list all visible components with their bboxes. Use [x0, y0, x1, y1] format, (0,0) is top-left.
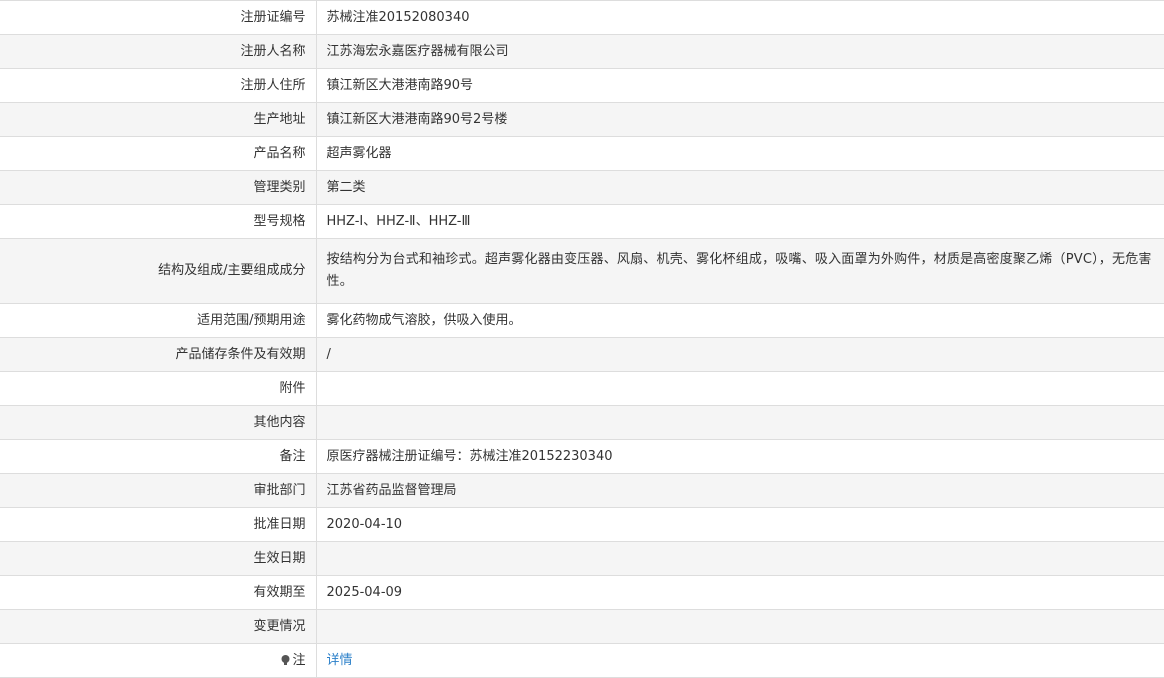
row-note: 注 详情 [0, 643, 1164, 678]
registration-detail-table: 注册证编号 苏械注准20152080340 注册人名称 江苏海宏永嘉医疗器械有限… [0, 0, 1164, 678]
field-value: 2025-04-09 [316, 575, 1164, 610]
row-change-status: 变更情况 [0, 609, 1164, 644]
field-label: 产品名称 [0, 136, 317, 171]
note-value-cell: 详情 [316, 643, 1164, 678]
row-expiry-date: 有效期至 2025-04-09 [0, 575, 1164, 610]
field-value: 苏械注准20152080340 [316, 0, 1164, 35]
field-value: 江苏海宏永嘉医疗器械有限公司 [316, 34, 1164, 69]
field-label: 生产地址 [0, 102, 317, 137]
field-value [316, 541, 1164, 576]
field-value: 镇江新区大港港南路90号2号楼 [316, 102, 1164, 137]
field-value [316, 609, 1164, 644]
field-value: / [316, 337, 1164, 372]
field-label: 管理类别 [0, 170, 317, 205]
field-label: 备注 [0, 439, 317, 474]
row-storage-validity: 产品储存条件及有效期 / [0, 337, 1164, 372]
field-value: 雾化药物成气溶胶，供吸入使用。 [316, 303, 1164, 338]
field-value [316, 371, 1164, 406]
field-label: 型号规格 [0, 204, 317, 239]
row-intended-use: 适用范围/预期用途 雾化药物成气溶胶，供吸入使用。 [0, 303, 1164, 338]
row-registration-number: 注册证编号 苏械注准20152080340 [0, 0, 1164, 35]
row-registrant-address: 注册人住所 镇江新区大港港南路90号 [0, 68, 1164, 103]
field-value: HHZ-Ⅰ、HHZ-Ⅱ、HHZ-Ⅲ [316, 204, 1164, 239]
row-effective-date: 生效日期 [0, 541, 1164, 576]
field-label: 注册证编号 [0, 0, 317, 35]
row-approval-department: 审批部门 江苏省药品监督管理局 [0, 473, 1164, 508]
field-label: 注册人名称 [0, 34, 317, 69]
field-value: 第二类 [316, 170, 1164, 205]
field-label: 批准日期 [0, 507, 317, 542]
field-label: 产品储存条件及有效期 [0, 337, 317, 372]
field-label: 适用范围/预期用途 [0, 303, 317, 338]
row-registrant-name: 注册人名称 江苏海宏永嘉医疗器械有限公司 [0, 34, 1164, 69]
field-label: 附件 [0, 371, 317, 406]
field-label: 有效期至 [0, 575, 317, 610]
field-value: 按结构分为台式和袖珍式。超声雾化器由变压器、风扇、机壳、雾化杯组成，吸嘴、吸入面… [316, 238, 1164, 304]
bulb-icon [281, 651, 290, 665]
field-value [316, 405, 1164, 440]
field-label: 审批部门 [0, 473, 317, 508]
row-remarks: 备注 原医疗器械注册证编号：苏械注准20152230340 [0, 439, 1164, 474]
note-label-cell: 注 [0, 643, 317, 678]
field-label: 结构及组成/主要组成成分 [0, 238, 317, 304]
field-label: 变更情况 [0, 609, 317, 644]
row-approval-date: 批准日期 2020-04-10 [0, 507, 1164, 542]
field-value: 江苏省药品监督管理局 [316, 473, 1164, 508]
field-value: 原医疗器械注册证编号：苏械注准20152230340 [316, 439, 1164, 474]
row-attachments: 附件 [0, 371, 1164, 406]
field-label: 生效日期 [0, 541, 317, 576]
field-value: 镇江新区大港港南路90号 [316, 68, 1164, 103]
note-label: 注 [292, 652, 306, 668]
row-other-content: 其他内容 [0, 405, 1164, 440]
field-value: 2020-04-10 [316, 507, 1164, 542]
field-label: 注册人住所 [0, 68, 317, 103]
row-product-name: 产品名称 超声雾化器 [0, 136, 1164, 171]
row-production-address: 生产地址 镇江新区大港港南路90号2号楼 [0, 102, 1164, 137]
row-model-spec: 型号规格 HHZ-Ⅰ、HHZ-Ⅱ、HHZ-Ⅲ [0, 204, 1164, 239]
row-management-category: 管理类别 第二类 [0, 170, 1164, 205]
field-value: 超声雾化器 [316, 136, 1164, 171]
row-structure-composition: 结构及组成/主要组成成分 按结构分为台式和袖珍式。超声雾化器由变压器、风扇、机壳… [0, 238, 1164, 304]
details-link[interactable]: 详情 [327, 653, 353, 668]
field-label: 其他内容 [0, 405, 317, 440]
